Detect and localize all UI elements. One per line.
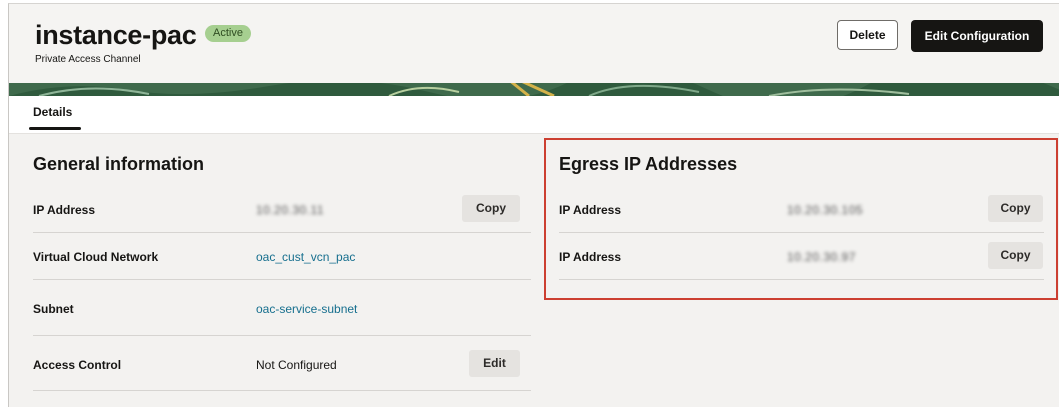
general-row-subnet: Subnet oac-service-subnet (33, 280, 531, 336)
egress-highlight-box (544, 138, 1058, 300)
tab-selected-indicator (29, 127, 81, 130)
vcn-link[interactable]: oac_cust_vcn_pac (256, 250, 355, 264)
page-title: instance-pac (35, 20, 197, 50)
general-row-access-control: Access Control Not Configured Edit (33, 336, 531, 391)
header-decoration (9, 80, 1059, 96)
access-control-label: Access Control (33, 358, 122, 372)
copy-ip-address-button[interactable]: Copy (462, 195, 520, 222)
subnet-link[interactable]: oac-service-subnet (256, 302, 357, 316)
subnet-label: Subnet (33, 302, 74, 316)
tab-details[interactable]: Details (33, 105, 72, 119)
ip-address-value: 10.20.30.11 (256, 203, 325, 217)
tab-bar: Details (9, 96, 1059, 134)
delete-button[interactable]: Delete (837, 20, 898, 50)
edit-access-control-button[interactable]: Edit (469, 350, 520, 377)
page-subtitle: Private Access Channel (35, 54, 141, 65)
vcn-label: Virtual Cloud Network (33, 250, 159, 264)
ip-address-label: IP Address (33, 203, 96, 217)
general-information-title: General information (33, 154, 205, 174)
page-header: instance-pac Active Private Access Chann… (9, 4, 1059, 96)
general-row-vcn: Virtual Cloud Network oac_cust_vcn_pac (33, 233, 531, 280)
status-badge: Active (205, 25, 251, 42)
access-control-value: Not Configured (256, 358, 337, 372)
edit-configuration-button[interactable]: Edit Configuration (911, 20, 1043, 52)
general-row-ip-address: IP Address 10.20.30.11 Copy (33, 186, 531, 233)
